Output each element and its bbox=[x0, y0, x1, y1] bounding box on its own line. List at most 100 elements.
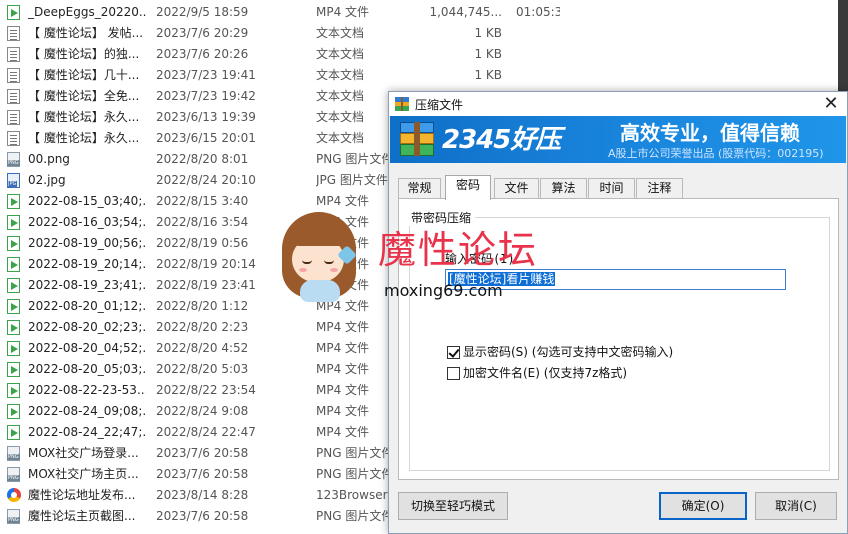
text-file-icon bbox=[7, 131, 20, 146]
encrypt-filenames-checkbox[interactable] bbox=[447, 367, 460, 380]
text-file-icon bbox=[7, 68, 20, 83]
file-row[interactable]: 【 魔性论坛】的独... 2023/7/6 20:26 文本文档 1 KB bbox=[0, 44, 560, 65]
file-duration: 01:05:33 bbox=[516, 5, 560, 19]
tab-password[interactable]: 密码 bbox=[445, 175, 491, 200]
png-file-icon bbox=[7, 467, 20, 482]
file-icon-cell bbox=[7, 89, 23, 104]
file-type: 文本文档 bbox=[316, 68, 365, 82]
file-size: 1,044,745... bbox=[429, 5, 502, 19]
file-type: MP4 文件 bbox=[316, 404, 370, 418]
file-name: 2022-08-20_05;03;... bbox=[28, 362, 146, 376]
watermark-url: moxing69.com bbox=[384, 281, 503, 300]
file-icon-cell bbox=[7, 488, 23, 503]
file-icon-cell bbox=[7, 362, 23, 377]
file-name: MOX社交广场登录... bbox=[28, 446, 139, 460]
mp4-file-icon bbox=[7, 383, 20, 398]
file-date: 2022/8/20 2:23 bbox=[156, 320, 249, 334]
file-name: 魔性论坛地址发布... bbox=[28, 488, 136, 502]
file-size: 1 KB bbox=[474, 26, 502, 40]
file-type: 文本文档 bbox=[316, 110, 365, 124]
tab-comment[interactable]: 注释 bbox=[636, 178, 683, 199]
file-name: 2022-08-19_00;56;... bbox=[28, 236, 146, 250]
file-name: 【 魔性论坛】永久... bbox=[28, 131, 140, 145]
tab-general[interactable]: 常规 bbox=[398, 178, 441, 199]
banner-brand: 2345好压 bbox=[442, 125, 561, 155]
text-file-icon bbox=[7, 47, 20, 62]
file-name: 2022-08-19_23;41;... bbox=[28, 278, 146, 292]
file-icon-cell bbox=[7, 152, 23, 167]
compress-dialog: 压缩文件 ✕ 2345好压 高效专业，值得信赖 A股上市公司荣誉出品 (股票代码… bbox=[388, 91, 848, 534]
file-name: 2022-08-20_01;12;... bbox=[28, 299, 146, 313]
watermark-mascot-icon bbox=[282, 212, 362, 304]
file-row[interactable]: 【 魔性论坛】 发帖... 2023/7/6 20:29 文本文档 1 KB bbox=[0, 23, 560, 44]
file-date: 2022/9/5 18:59 bbox=[156, 5, 249, 19]
file-date: 2023/7/6 20:29 bbox=[156, 26, 249, 40]
show-password-checkbox[interactable] bbox=[447, 346, 460, 359]
mp4-file-icon bbox=[7, 425, 20, 440]
dialog-titlebar[interactable]: 压缩文件 ✕ bbox=[389, 92, 847, 116]
file-type: MP4 文件 bbox=[316, 362, 370, 376]
file-icon-cell bbox=[7, 110, 23, 125]
file-icon-cell bbox=[7, 215, 23, 230]
file-date: 2022/8/15 3:40 bbox=[156, 194, 249, 208]
file-size: 1 KB bbox=[474, 47, 502, 61]
png-file-icon bbox=[7, 509, 20, 524]
file-name: 2022-08-19_20;14;... bbox=[28, 257, 146, 271]
file-type: 文本文档 bbox=[316, 26, 365, 40]
png-file-icon bbox=[7, 446, 20, 461]
mp4-file-icon bbox=[7, 257, 20, 272]
haozip-banner: 2345好压 高效专业，值得信赖 A股上市公司荣誉出品 (股票代码：002195… bbox=[390, 116, 846, 163]
haozip-logo-icon bbox=[400, 122, 434, 156]
file-icon-cell bbox=[7, 509, 23, 524]
dialog-title: 压缩文件 bbox=[415, 98, 464, 112]
close-icon[interactable]: ✕ bbox=[819, 94, 843, 114]
file-icon-cell bbox=[7, 425, 23, 440]
watermark-title: 魔性论坛 bbox=[378, 228, 539, 272]
file-name: MOX社交广场主页... bbox=[28, 467, 139, 481]
file-name: 2022-08-24_09;08;... bbox=[28, 404, 146, 418]
text-file-icon bbox=[7, 26, 20, 41]
file-icon-cell bbox=[7, 299, 23, 314]
jpg-file-icon bbox=[7, 173, 20, 188]
file-name: 【 魔性论坛】 发帖... bbox=[28, 26, 144, 40]
browser-file-icon bbox=[7, 488, 21, 502]
file-name: 00.png bbox=[28, 152, 70, 166]
file-row[interactable]: _DeepEggs_20220... 2022/9/5 18:59 MP4 文件 1,… bbox=[0, 2, 560, 23]
file-row[interactable]: 【 魔性论坛】几十... 2023/7/23 19:41 文本文档 1 KB bbox=[0, 65, 560, 86]
mp4-file-icon bbox=[7, 236, 20, 251]
switch-mode-button[interactable]: 切换至轻巧模式 bbox=[398, 492, 508, 520]
file-name: 【 魔性论坛】永久... bbox=[28, 110, 140, 124]
file-date: 2022/8/20 4:52 bbox=[156, 341, 249, 355]
encrypt-filenames-label: 加密文件名(E) (仅支持7z格式) bbox=[463, 366, 628, 380]
mp4-file-icon bbox=[7, 341, 20, 356]
file-name: 2022-08-22-23-53... bbox=[28, 383, 146, 397]
text-file-icon bbox=[7, 89, 20, 104]
mp4-file-icon bbox=[7, 299, 20, 314]
file-date: 2023/7/23 19:42 bbox=[156, 89, 256, 103]
cancel-button[interactable]: 取消(C) bbox=[755, 492, 837, 520]
mp4-file-icon bbox=[7, 5, 20, 20]
mp4-file-icon bbox=[7, 278, 20, 293]
file-date: 2022/8/24 20:10 bbox=[156, 173, 256, 187]
file-date: 2023/7/6 20:26 bbox=[156, 47, 249, 61]
file-date: 2022/8/24 22:47 bbox=[156, 425, 256, 439]
ok-button[interactable]: 确定(O) bbox=[659, 492, 747, 520]
file-type: PNG 图片文件 bbox=[316, 509, 394, 523]
mp4-file-icon bbox=[7, 215, 20, 230]
png-file-icon bbox=[7, 152, 20, 167]
file-name: 2022-08-16_03;54;... bbox=[28, 215, 146, 229]
file-type: JPG 图片文件 bbox=[316, 173, 388, 187]
file-type: PNG 图片文件 bbox=[316, 152, 394, 166]
file-date: 2023/8/14 8:28 bbox=[156, 488, 249, 502]
mp4-file-icon bbox=[7, 320, 20, 335]
tab-files[interactable]: 文件 bbox=[494, 178, 539, 199]
tab-algorithm[interactable]: 算法 bbox=[540, 178, 587, 199]
file-type: MP4 文件 bbox=[316, 320, 370, 334]
file-date: 2022/8/20 5:03 bbox=[156, 362, 249, 376]
tab-time[interactable]: 时间 bbox=[588, 178, 635, 199]
file-date: 2023/7/6 20:58 bbox=[156, 467, 249, 481]
file-date: 2023/7/23 19:41 bbox=[156, 68, 256, 82]
file-name: 2022-08-20_04;52;... bbox=[28, 341, 146, 355]
file-icon-cell bbox=[7, 131, 23, 146]
file-type: MP4 文件 bbox=[316, 341, 370, 355]
